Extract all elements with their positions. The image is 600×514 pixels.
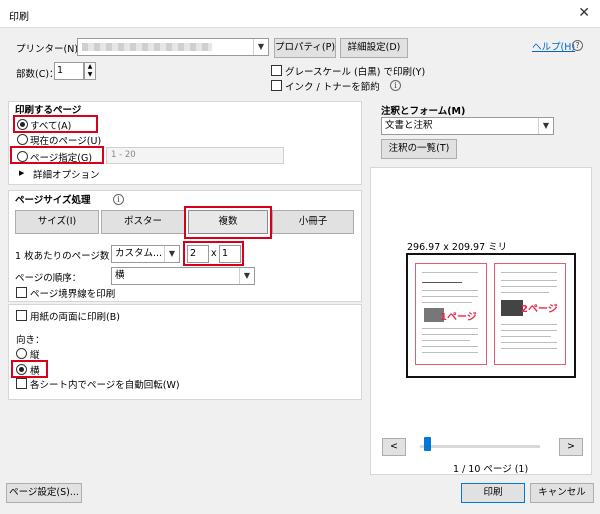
size-button[interactable]: サイズ(I) [15, 210, 99, 234]
spin-icon[interactable]: ▲ ▼ [84, 62, 96, 80]
preview-sheet: 1ページ 2ページ [406, 253, 576, 378]
cancel-button[interactable]: キャンセル [530, 483, 594, 503]
page-slider-track[interactable] [420, 445, 540, 448]
radio-portrait[interactable] [16, 348, 27, 359]
print-border-checkbox[interactable] [16, 287, 27, 298]
page-slider-thumb[interactable] [424, 437, 431, 451]
highlight-landscape [11, 360, 48, 378]
page-sizing-heading: ページサイズ処理 [15, 195, 91, 206]
order-value: 横 [115, 270, 125, 281]
properties-button[interactable]: プロパティ(P) [274, 38, 336, 58]
close-icon[interactable]: ✕ [578, 5, 590, 21]
order-select[interactable]: 横 ▼ [111, 267, 255, 285]
copies-input[interactable]: 1 [54, 62, 84, 80]
next-page-button[interactable]: > [559, 438, 583, 456]
expand-arrow-icon[interactable]: ▶ [19, 169, 24, 177]
more-options-label[interactable]: 詳細オプション [33, 167, 100, 181]
print-button[interactable]: 印刷 [461, 483, 525, 503]
preview-page-2: 2ページ [494, 263, 566, 365]
radio-current-label: 現在のページ(U) [30, 136, 102, 147]
info-icon[interactable]: i [390, 80, 401, 91]
info-icon[interactable]: i [113, 194, 124, 205]
printer-select[interactable]: ▼ [77, 38, 269, 56]
prev-page-button[interactable]: < [382, 438, 406, 456]
window-title: 印刷 [9, 12, 29, 23]
preview-page-1-label: 1ページ [440, 312, 477, 323]
ink-save-checkbox[interactable] [271, 80, 282, 91]
comments-select[interactable]: 文書と注釈 ▼ [381, 117, 554, 135]
order-label: ページの順序： [15, 273, 82, 284]
poster-button[interactable]: ポスター [101, 210, 185, 234]
per-sheet-select[interactable]: カスタム... ▼ [111, 245, 180, 263]
per-sheet-value: カスタム... [115, 248, 163, 259]
page-range-input[interactable]: 1 - 20 [106, 147, 284, 164]
grayscale-label: グレースケール (白黒) で印刷(Y) [285, 67, 426, 78]
booklet-button[interactable]: 小冊子 [272, 210, 354, 234]
per-sheet-label: 1 枚あたりのページ数： [15, 251, 119, 262]
page-setup-button[interactable]: ページ設定(S)... [6, 483, 82, 503]
help-icon[interactable]: ? [572, 40, 583, 51]
auto-rotate-checkbox[interactable] [16, 378, 27, 389]
chevron-down-icon: ▼ [164, 246, 179, 262]
print-border-label: ページ境界線を印刷 [30, 289, 116, 300]
ink-save-label: インク / トナーを節約 [285, 82, 380, 93]
highlight-grid [183, 241, 244, 266]
grayscale-checkbox[interactable] [271, 65, 282, 76]
duplex-label: 用紙の両面に印刷(B) [30, 312, 120, 323]
preview-image [501, 300, 523, 316]
highlight-all [13, 115, 98, 133]
chevron-down-icon: ▼ [253, 39, 268, 55]
copies-label: 部数(C)： [16, 69, 59, 80]
highlight-specify [10, 146, 104, 164]
title-bar: 印刷 ✕ [0, 0, 600, 28]
radio-portrait-label: 縦 [30, 350, 40, 361]
printer-name-masked [82, 43, 212, 51]
comments-heading: 注釈とフォーム(M) [381, 106, 466, 117]
auto-rotate-label: 各シート内でページを自動回転(W) [30, 380, 180, 391]
highlight-multiple [184, 206, 272, 239]
orientation-label: 向き： [16, 335, 45, 346]
help-link[interactable]: ヘルプ(H) [532, 39, 575, 53]
chevron-down-icon: ▼ [538, 118, 553, 134]
comments-summary-button[interactable]: 注釈の一覧(T) [381, 139, 457, 159]
advanced-button[interactable]: 詳細設定(D) [340, 38, 408, 58]
preview-page-2-label: 2ページ [521, 304, 558, 315]
preview-page-1: 1ページ [415, 263, 487, 365]
radio-current[interactable] [17, 134, 28, 145]
chevron-down-icon: ▼ [239, 268, 254, 284]
comments-value: 文書と注釈 [385, 120, 433, 131]
paper-size-label: 296.97 x 209.97 ミリ [407, 242, 508, 253]
duplex-checkbox[interactable] [16, 310, 27, 321]
page-info-label: 1 / 10 ページ (1) [453, 464, 529, 475]
pages-heading: 印刷するページ [15, 105, 82, 116]
